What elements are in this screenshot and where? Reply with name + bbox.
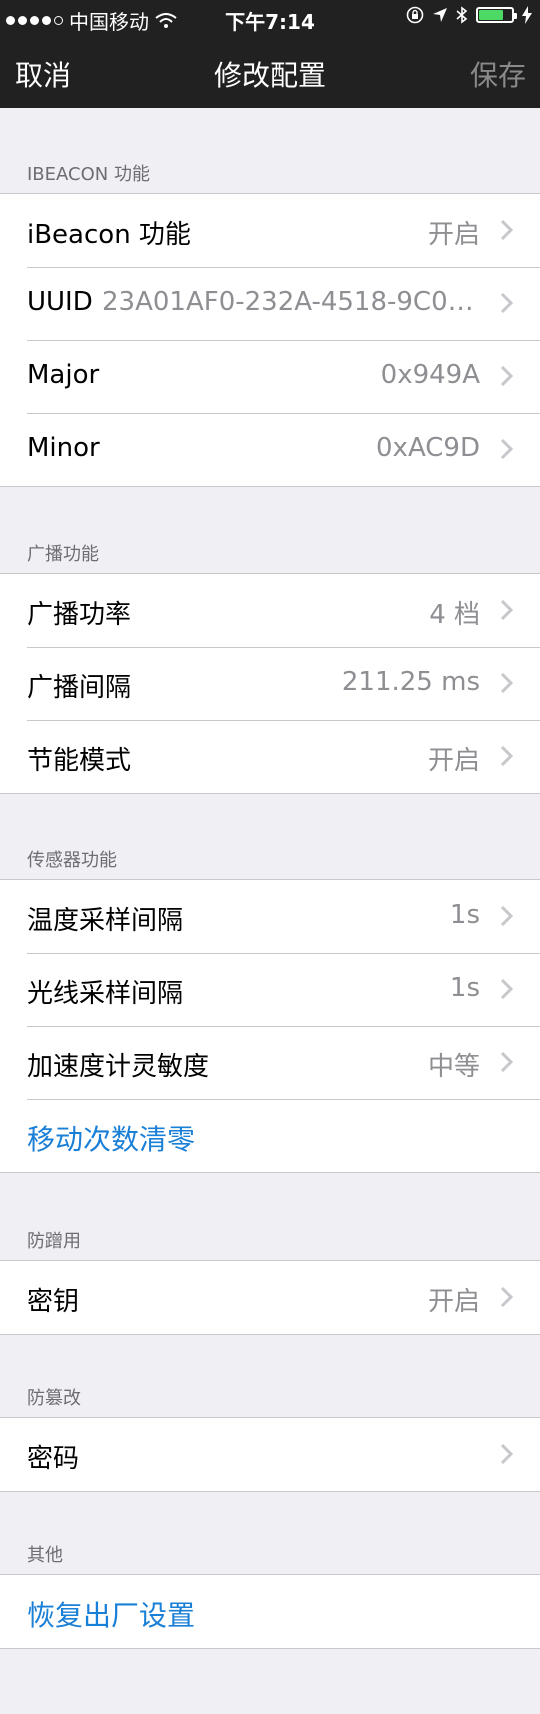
- row-label: Minor: [27, 433, 100, 463]
- status-bar: 中国移动 下午7:14: [0, 0, 540, 36]
- chevron-right-icon: [500, 745, 514, 767]
- row-label: 温度采样间隔: [27, 906, 184, 936]
- section-header-anti-rub: 防蹭用: [27, 1231, 81, 1252]
- chevron-right-icon: [500, 292, 514, 314]
- chevron-right-icon: [500, 905, 514, 927]
- row-value: 0x949A: [380, 360, 480, 390]
- row-label: Major: [27, 360, 100, 390]
- row-label: 光线采样间隔: [27, 979, 184, 1009]
- chevron-right-icon: [500, 438, 514, 460]
- row-label: iBeacon 功能: [27, 220, 191, 250]
- row-broadcast-power[interactable]: 广播功率 4 档: [0, 574, 540, 647]
- anti-tamper-group: 密码: [0, 1417, 540, 1492]
- row-value: 中等: [427, 1052, 480, 1082]
- row-value: 0xAC9D: [376, 433, 480, 463]
- reset-movement-count-label: 移动次数清零: [27, 1123, 196, 1156]
- sensor-group: 温度采样间隔 1s 光线采样间隔 1s 加速度计灵敏度 中等 移动次数清零: [0, 879, 540, 1173]
- chevron-right-icon: [500, 1051, 514, 1073]
- charging-icon: [522, 6, 532, 24]
- battery-icon: [476, 7, 517, 23]
- row-major[interactable]: Major 0x949A: [0, 340, 540, 413]
- row-label: 密钥: [27, 1287, 80, 1317]
- location-icon: [433, 8, 447, 22]
- rotation-lock-icon: [406, 6, 424, 24]
- row-value: 23A01AF0-232A-4518-9C0E...: [102, 287, 482, 317]
- row-light-sampling[interactable]: 光线采样间隔 1s: [0, 953, 540, 1026]
- row-value: 开启: [427, 220, 480, 250]
- section-header-ibeacon: IBEACON 功能: [27, 164, 150, 185]
- anti-rub-group: 密钥 开启: [0, 1260, 540, 1335]
- section-header-anti-tamper: 防篡改: [27, 1388, 81, 1409]
- chevron-right-icon: [500, 1286, 514, 1308]
- row-value: 开启: [427, 746, 480, 776]
- section-header-broadcast: 广播功能: [27, 544, 99, 565]
- row-power-saving-mode[interactable]: 节能模式 开启: [0, 720, 540, 793]
- row-broadcast-interval[interactable]: 广播间隔 211.25 ms: [0, 647, 540, 720]
- factory-reset-label: 恢复出厂设置: [27, 1599, 196, 1632]
- row-password[interactable]: 密码: [0, 1418, 540, 1491]
- battery-level: [479, 10, 503, 20]
- nav-bar: 取消 修改配置 保存: [0, 36, 540, 108]
- chevron-right-icon: [500, 365, 514, 387]
- other-group: 恢复出厂设置: [0, 1574, 540, 1649]
- row-label: 密码: [27, 1444, 80, 1474]
- row-value: 开启: [427, 1287, 480, 1317]
- chevron-right-icon: [500, 219, 514, 241]
- chevron-right-icon: [500, 1443, 514, 1465]
- row-label: 节能模式: [27, 746, 132, 776]
- page-title: 修改配置: [213, 59, 326, 92]
- status-right: [406, 6, 532, 24]
- row-value: 1s: [449, 900, 480, 930]
- factory-reset-button[interactable]: 恢复出厂设置: [0, 1575, 540, 1648]
- broadcast-group: 广播功率 4 档 广播间隔 211.25 ms 节能模式 开启: [0, 573, 540, 794]
- reset-movement-count-button[interactable]: 移动次数清零: [0, 1099, 540, 1172]
- row-accelerometer-sensitivity[interactable]: 加速度计灵敏度 中等: [0, 1026, 540, 1099]
- row-value: 1s: [449, 973, 480, 1003]
- row-minor[interactable]: Minor 0xAC9D: [0, 413, 540, 486]
- row-value: 211.25 ms: [341, 667, 480, 697]
- chevron-right-icon: [500, 978, 514, 1000]
- row-value: 4 档: [429, 600, 480, 630]
- row-label: 广播间隔: [27, 673, 132, 703]
- row-ibeacon-function[interactable]: iBeacon 功能 开启: [0, 194, 540, 267]
- chevron-right-icon: [500, 599, 514, 621]
- section-header-other: 其他: [27, 1545, 63, 1566]
- row-label: 加速度计灵敏度: [27, 1052, 210, 1082]
- row-key[interactable]: 密钥 开启: [0, 1261, 540, 1334]
- row-label: UUID: [27, 287, 93, 317]
- row-uuid[interactable]: UUID 23A01AF0-232A-4518-9C0E...: [0, 267, 540, 340]
- save-button[interactable]: 保存: [470, 54, 526, 94]
- chevron-right-icon: [500, 672, 514, 694]
- ibeacon-group: iBeacon 功能 开启 UUID 23A01AF0-232A-4518-9C…: [0, 193, 540, 487]
- bluetooth-icon: [456, 6, 468, 24]
- row-temperature-sampling[interactable]: 温度采样间隔 1s: [0, 880, 540, 953]
- section-header-sensor: 传感器功能: [27, 850, 117, 871]
- row-label: 广播功率: [27, 600, 132, 630]
